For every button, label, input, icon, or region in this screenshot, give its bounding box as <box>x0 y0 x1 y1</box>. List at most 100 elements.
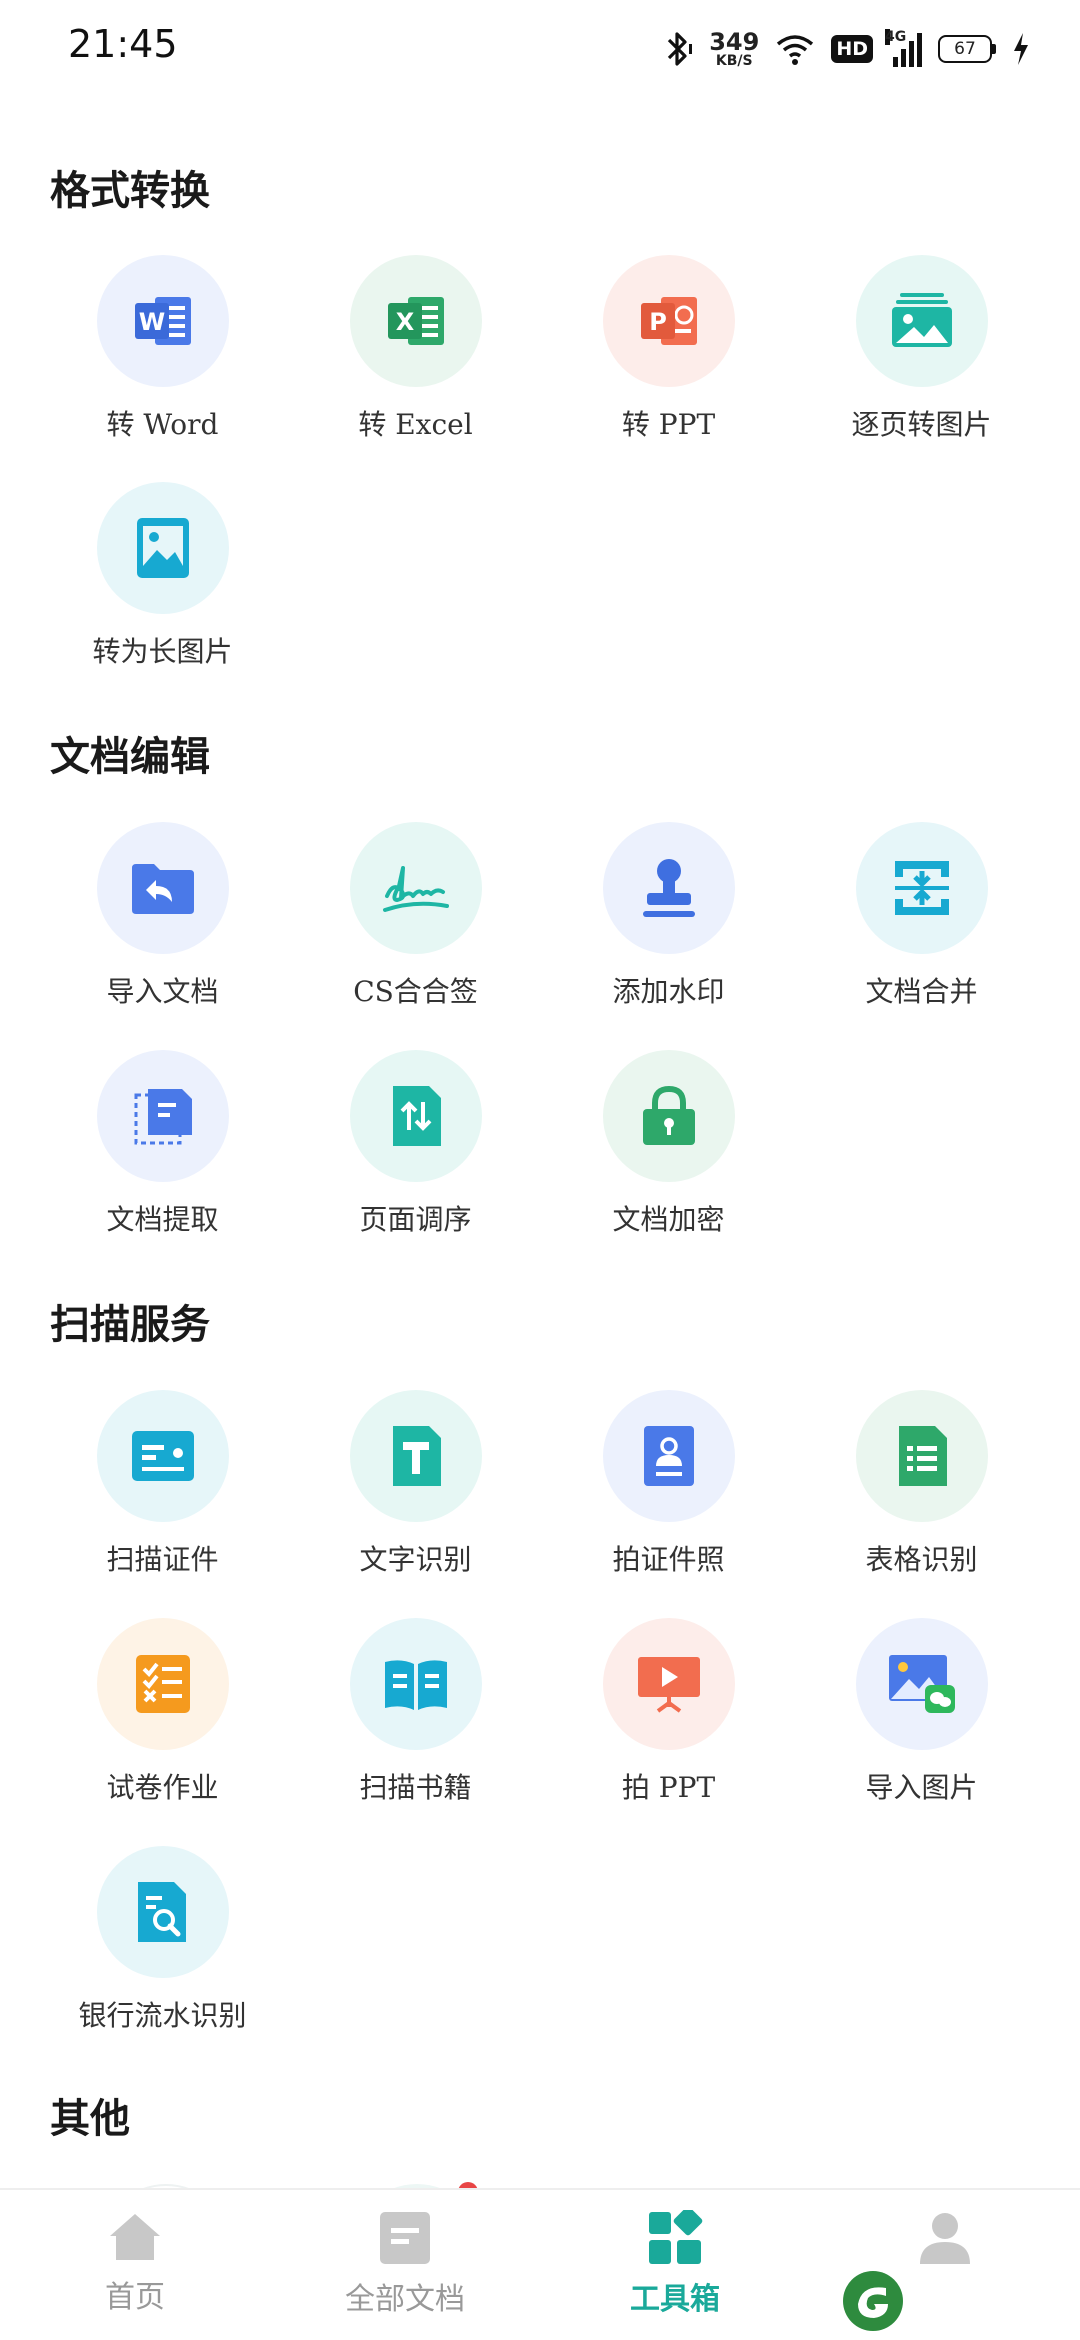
tool-label: 导入文档 <box>106 975 219 1008</box>
book-icon <box>384 1660 447 1710</box>
tool-icon-bg <box>602 1618 735 1750</box>
signature-icon <box>382 866 449 912</box>
tool-import-doc[interactable]: 导入文档 <box>36 822 289 1042</box>
tool-label: 导入图片 <box>865 1771 978 1804</box>
tool-exam[interactable]: 试卷作业 <box>36 1618 289 1838</box>
bank-statement-icon <box>137 1882 186 1942</box>
section-title-scan: 扫描服务 <box>50 1301 210 1348</box>
id-card-icon <box>131 1431 194 1481</box>
wifi-icon <box>777 35 814 65</box>
cellular-signal-icon: 4G <box>885 29 922 67</box>
tool-scan-book[interactable]: 扫描书籍 <box>289 1618 542 1838</box>
tool-to-excel[interactable]: X 转 Excel <box>289 255 542 475</box>
extract-icon <box>134 1089 192 1145</box>
tool-icon-bg <box>855 255 988 387</box>
status-icons: 349 KB/S HD 4G 67 <box>663 26 1030 72</box>
tool-icon-bg <box>602 1050 735 1182</box>
signal-type: 4G <box>885 29 907 45</box>
tool-cs-sign[interactable]: CS合合签 <box>289 822 542 1042</box>
tool-label: 扫描书籍 <box>359 1771 472 1804</box>
tool-reorder-pages[interactable]: 页面调序 <box>289 1050 542 1270</box>
tool-icon-bg <box>349 1050 482 1182</box>
documents-icon <box>380 2212 430 2264</box>
tool-icon-bg <box>855 1390 988 1522</box>
section-title-format: 格式转换 <box>50 167 210 214</box>
ppt-icon: P <box>640 297 697 345</box>
nav-label: 首页 <box>105 2280 165 2315</box>
toolbox-content[interactable]: 格式转换 W 转 Word X 转 Excel P 转 PPT 逐页转图片 转为… <box>0 120 1080 2190</box>
tool-id-photo[interactable]: 拍证件照 <box>542 1390 795 1610</box>
nav-profile[interactable] <box>810 2190 1080 2340</box>
status-bar: 21:45 349 KB/S HD 4G 67 <box>0 0 1080 100</box>
table-icon <box>898 1426 947 1486</box>
tool-icon-bg <box>855 822 988 954</box>
tool-label: 文档加密 <box>612 1203 725 1236</box>
charging-icon <box>1014 33 1028 65</box>
hd-badge: HD <box>831 35 873 63</box>
word-icon: W <box>134 297 191 345</box>
tool-label: 文档合并 <box>865 975 978 1008</box>
tool-long-image[interactable]: 转为长图片 <box>36 482 289 702</box>
tool-table-ocr[interactable]: 表格识别 <box>795 1390 1048 1610</box>
tool-import-image[interactable]: 导入图片 <box>795 1618 1048 1838</box>
tool-label: 转 Excel <box>358 408 473 441</box>
tool-icon-bg <box>349 1618 482 1750</box>
lock-icon <box>642 1085 695 1145</box>
tool-icon-bg <box>96 1050 229 1182</box>
presentation-icon <box>637 1657 700 1713</box>
tool-label: 拍 PPT <box>621 1771 716 1804</box>
tool-icon-bg <box>96 1390 229 1522</box>
tool-icon-bg <box>602 1390 735 1522</box>
tool-icon-bg: X <box>349 255 482 387</box>
tool-label: 表格识别 <box>865 1543 978 1576</box>
tool-merge-doc[interactable]: 文档合并 <box>795 822 1048 1042</box>
nav-all-documents[interactable]: 全部文档 <box>270 2190 540 2340</box>
merge-icon <box>894 861 949 915</box>
network-speed-unit: KB/S <box>715 53 753 69</box>
import-folder-icon <box>131 864 194 914</box>
tool-to-word[interactable]: W 转 Word <box>36 255 289 475</box>
home-icon <box>110 2214 160 2260</box>
svg-text:X: X <box>395 308 414 336</box>
profile-icon <box>920 2213 970 2264</box>
tool-label: 文档提取 <box>106 1203 219 1236</box>
section-title-other: 其他 <box>50 2095 130 2142</box>
section-title-edit: 文档编辑 <box>50 733 210 780</box>
tool-text-ocr[interactable]: 文字识别 <box>289 1390 542 1610</box>
stamp-icon <box>642 859 695 917</box>
text-ocr-icon <box>392 1426 441 1486</box>
tool-pages-to-image[interactable]: 逐页转图片 <box>795 255 1048 475</box>
tool-to-ppt[interactable]: P 转 PPT <box>542 255 795 475</box>
tool-encrypt-doc[interactable]: 文档加密 <box>542 1050 795 1270</box>
toolbox-icon <box>649 2210 703 2264</box>
svg-text:W: W <box>138 308 164 336</box>
tool-label: 拍证件照 <box>612 1543 725 1576</box>
tool-extract-doc[interactable]: 文档提取 <box>36 1050 289 1270</box>
network-speed: 349 KB/S <box>709 30 759 68</box>
tool-bank-statement[interactable]: 银行流水识别 <box>36 1846 289 2066</box>
battery-icon: 67 <box>938 35 996 63</box>
tool-icon-bg <box>96 1618 229 1750</box>
battery-level: 67 <box>938 35 992 63</box>
network-speed-value: 349 <box>709 28 760 56</box>
tool-label: 逐页转图片 <box>851 408 992 441</box>
long-image-icon <box>136 518 189 578</box>
tool-label: 页面调序 <box>359 1203 472 1236</box>
tool-label: 转为长图片 <box>92 635 233 668</box>
tool-scan-id[interactable]: 扫描证件 <box>36 1390 289 1610</box>
reorder-icon <box>392 1086 441 1146</box>
tool-icon-bg <box>602 822 735 954</box>
nav-toolbox[interactable]: 工具箱 <box>540 2190 810 2340</box>
tool-icon-bg <box>349 1390 482 1522</box>
tool-label: 转 Word <box>106 408 219 441</box>
excel-icon: X <box>387 297 444 345</box>
tool-label: 添加水印 <box>612 975 725 1008</box>
exam-icon <box>135 1655 190 1713</box>
tool-icon-bg: W <box>96 255 229 387</box>
tool-label: 扫描证件 <box>106 1543 219 1576</box>
tool-watermark[interactable]: 添加水印 <box>542 822 795 1042</box>
tool-scan-ppt[interactable]: 拍 PPT <box>542 1618 795 1838</box>
pages-to-image-icon <box>891 293 952 347</box>
nav-home[interactable]: 首页 <box>0 2190 270 2340</box>
status-time: 21:45 <box>68 22 178 66</box>
